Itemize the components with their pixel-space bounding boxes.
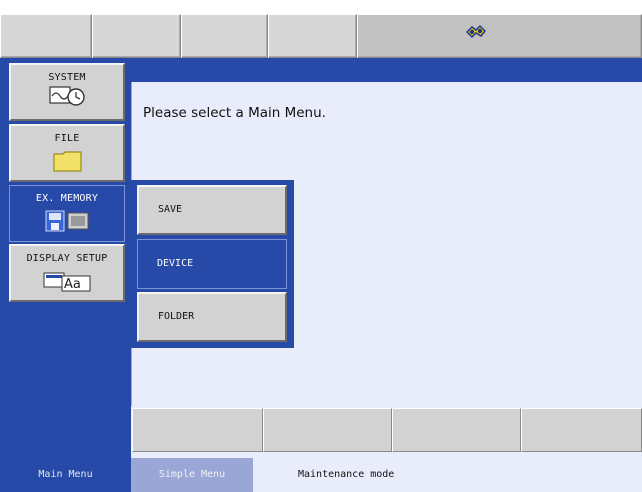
menu-item-ex-memory[interactable]: EX. MEMORY [9,185,125,242]
svg-text:Aa: Aa [64,277,81,292]
status-cell-5 [357,14,642,58]
menu-item-file[interactable]: FILE [9,124,125,182]
status-cell-2 [92,14,181,58]
menu-item-system[interactable]: SYSTEM [9,63,125,121]
function-key-1[interactable] [132,408,263,452]
submenu-item-device[interactable]: DEVICE [137,239,287,289]
status-cell-1 [0,14,92,58]
folder-icon [53,150,83,172]
status-cell-3 [181,14,268,58]
mode-status: Maintenance mode [253,458,642,492]
robot-servo-icon [465,23,487,41]
simple-menu-button[interactable]: Simple Menu [131,458,253,492]
menu-item-label: FILE [54,133,80,144]
function-key-3[interactable] [392,408,521,452]
main-menu-button[interactable]: Main Menu [0,458,131,492]
display-setup-icon: Aa [43,270,93,292]
menu-item-display-setup[interactable]: DISPLAY SETUP Aa [9,244,125,302]
content-header [131,58,642,82]
function-key-2[interactable] [263,408,392,452]
submenu-item-folder[interactable]: FOLDER [137,292,287,342]
menu-item-label: EX. MEMORY [35,193,99,204]
menu-item-label: DISPLAY SETUP [26,253,108,264]
menu-item-label: SYSTEM [48,72,86,83]
status-cell-4 [268,14,357,58]
function-key-4[interactable] [521,408,642,452]
main-message: Please select a Main Menu. [143,105,326,121]
memory-device-icon [44,210,90,232]
submenu-item-save[interactable]: SAVE [137,185,287,235]
system-clock-icon [49,85,87,107]
